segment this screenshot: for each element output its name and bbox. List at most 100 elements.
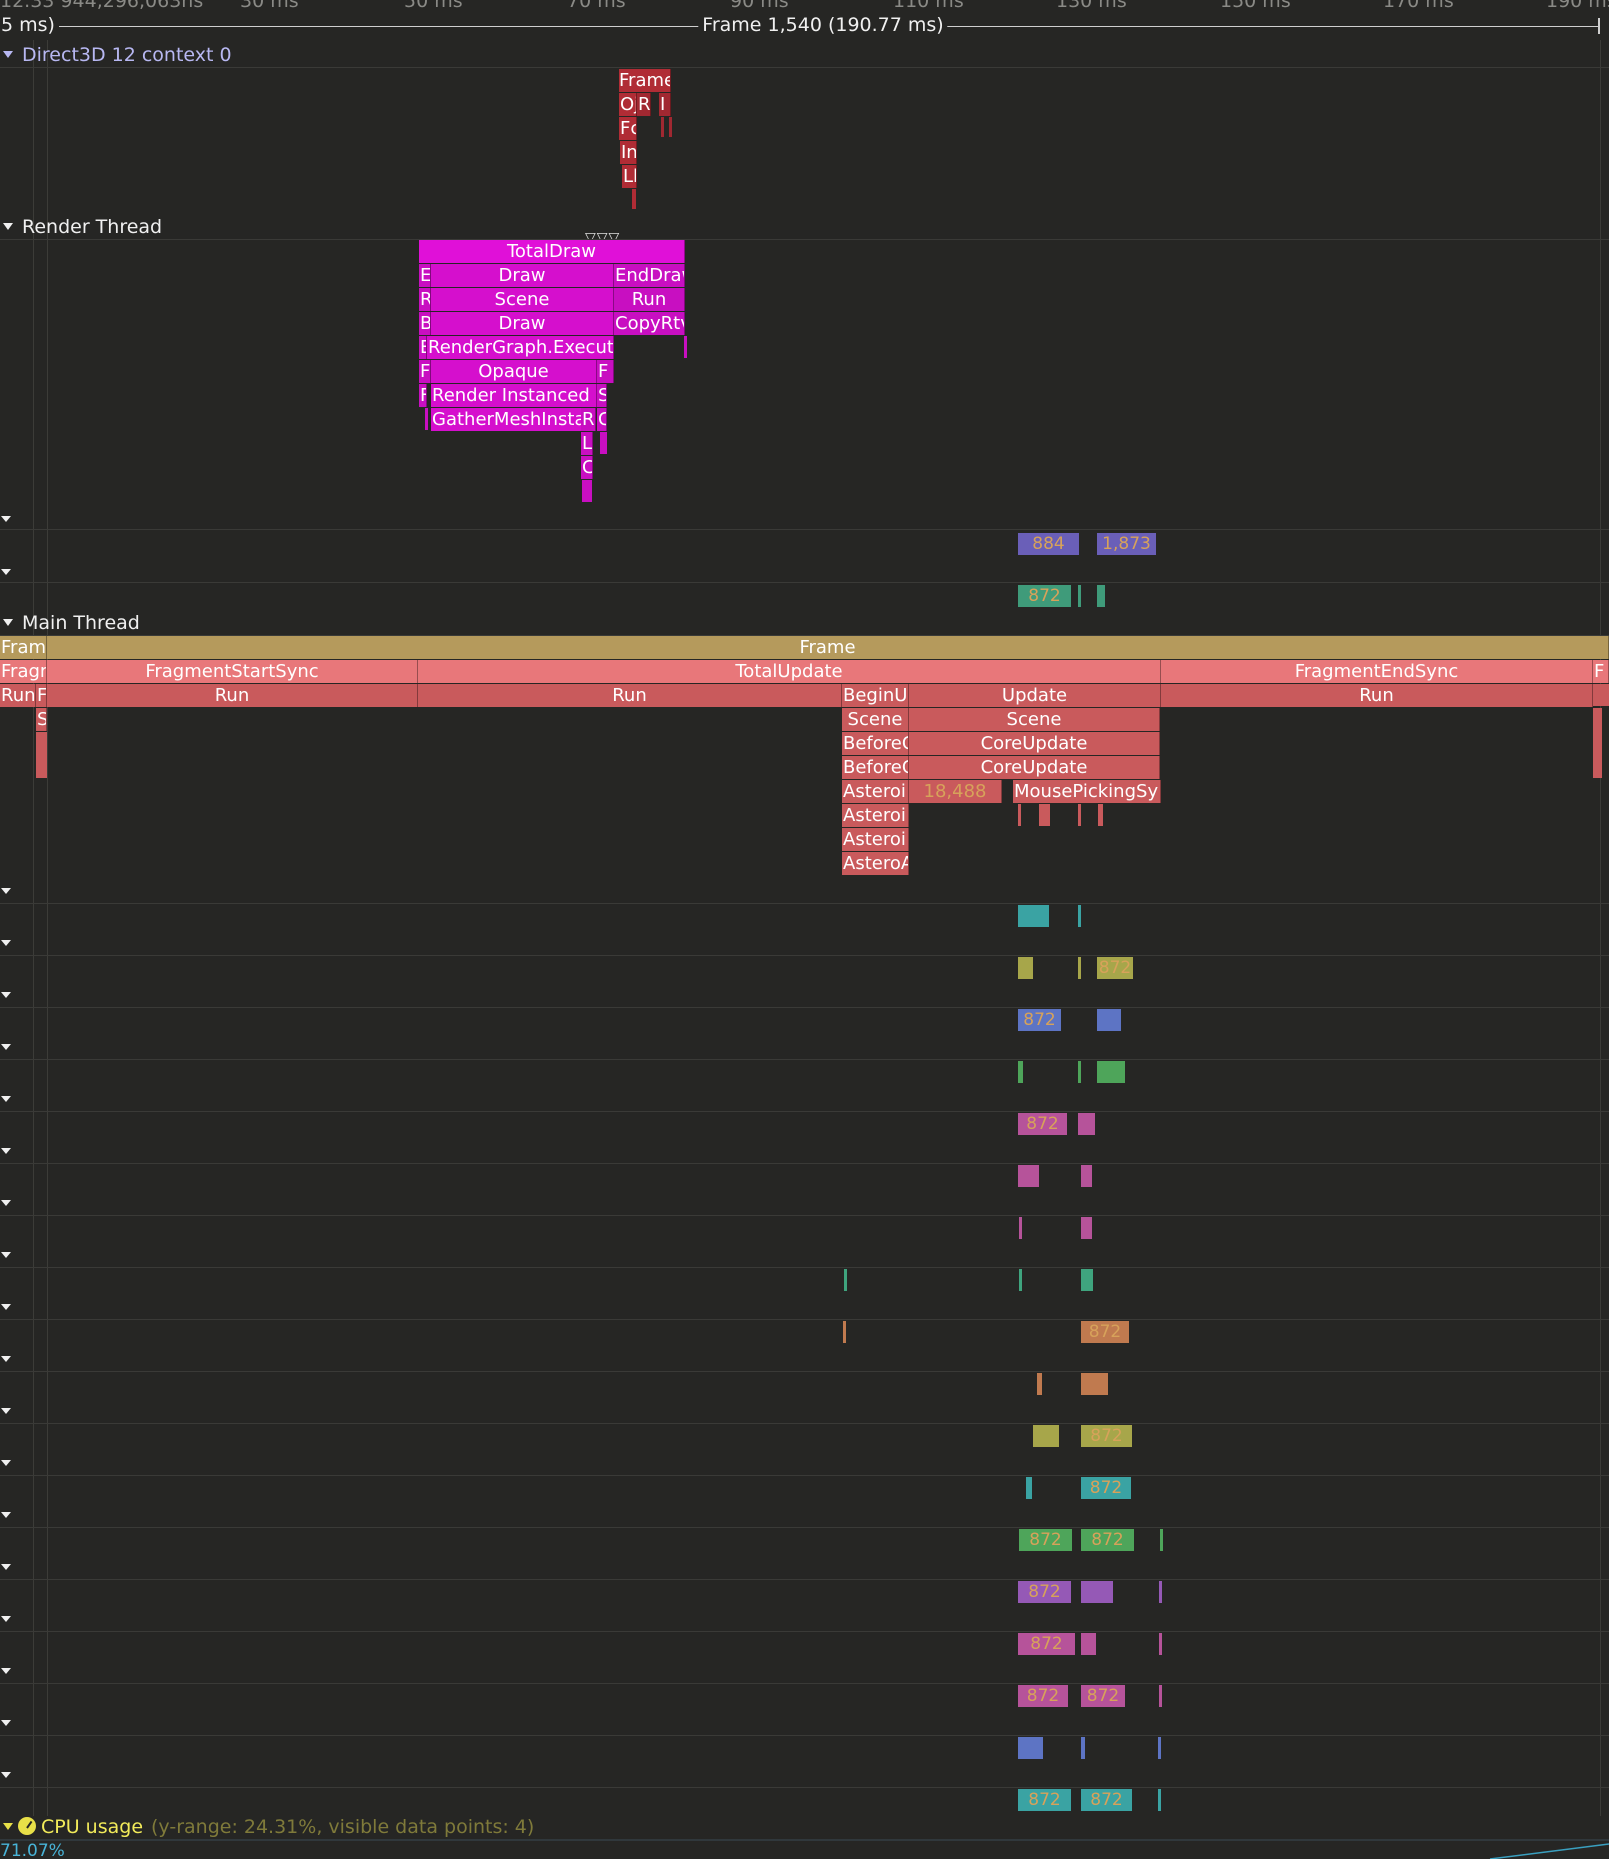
expand-arrow-icon[interactable] xyxy=(1,1044,11,1050)
worker-block[interactable] xyxy=(1081,1373,1108,1395)
main-zone-mousepicking[interactable]: MousePickingSy xyxy=(1013,780,1161,803)
main-zone-update[interactable]: Update xyxy=(909,684,1161,707)
render-zone-small[interactable] xyxy=(425,408,428,430)
main-zone-small[interactable] xyxy=(1098,804,1103,826)
gpu-zone-small[interactable] xyxy=(632,189,636,209)
main-zone[interactable]: F xyxy=(1593,660,1609,683)
worker-counter-block[interactable]: 872 xyxy=(1081,1425,1132,1447)
worker-block[interactable] xyxy=(1026,1477,1032,1499)
render-zone[interactable]: B xyxy=(419,312,431,335)
expand-arrow-icon[interactable] xyxy=(1,1356,11,1362)
worker-counter-block[interactable]: 872 xyxy=(1018,1009,1061,1031)
worker-block[interactable] xyxy=(1081,1633,1096,1655)
worker-block[interactable] xyxy=(1097,1009,1121,1031)
render-zone[interactable]: C xyxy=(597,408,607,431)
thread-header-d3d12[interactable]: Direct3D 12 context 0 xyxy=(0,44,232,68)
expand-arrow-icon[interactable] xyxy=(1,1772,11,1778)
main-zone-beginupdate[interactable]: BeginUp xyxy=(842,684,909,707)
render-zone-rendergraph-execute[interactable]: RenderGraph.Execute xyxy=(427,336,614,359)
gpu-zone[interactable]: R xyxy=(637,93,651,116)
main-zone-fragmentstartsync[interactable]: FragmentStartSync xyxy=(47,660,418,683)
expand-arrow-icon[interactable] xyxy=(1,1564,11,1570)
main-zone-totalupdate[interactable]: TotalUpdate xyxy=(418,660,1161,683)
worker-block[interactable] xyxy=(1081,1581,1113,1603)
main-zone-coreupdate[interactable]: CoreUpdate xyxy=(909,756,1160,779)
main-zone-beforecoreupdate[interactable]: BeforeC xyxy=(842,756,909,779)
render-zone[interactable]: F xyxy=(419,360,431,383)
expand-arrow-icon[interactable] xyxy=(1,569,11,575)
worker-counter-block[interactable]: 872 xyxy=(1081,1477,1131,1499)
gpu-zone[interactable]: Ll xyxy=(622,165,637,188)
render-zone[interactable]: E xyxy=(419,336,427,359)
render-zone[interactable]: F xyxy=(597,360,614,383)
gpu-zone[interactable]: I xyxy=(659,93,671,116)
worker-block[interactable] xyxy=(1018,1165,1039,1187)
worker-block[interactable] xyxy=(1081,1217,1092,1239)
worker-block[interactable] xyxy=(843,1321,846,1343)
main-zone-small[interactable] xyxy=(1018,804,1021,826)
thread-header-main[interactable]: Main Thread xyxy=(0,612,140,636)
expand-arrow-icon[interactable] xyxy=(1,992,11,998)
expand-arrow-icon[interactable] xyxy=(1,1460,11,1466)
main-zone-frame[interactable]: Frame xyxy=(0,636,47,659)
counter-tick[interactable] xyxy=(1097,585,1105,607)
render-zone-totaldraw[interactable]: TotalDraw xyxy=(419,240,685,263)
worker-block[interactable] xyxy=(1018,957,1033,979)
main-zone[interactable]: Fragm xyxy=(0,660,47,683)
collapse-arrow-icon[interactable] xyxy=(3,619,13,626)
expand-arrow-icon[interactable] xyxy=(1,888,11,894)
worker-block[interactable] xyxy=(1078,1113,1095,1135)
main-zone-asteroid[interactable]: Asteroi xyxy=(842,780,909,803)
main-zone-run[interactable]: Run xyxy=(1161,684,1593,707)
worker-block[interactable] xyxy=(1159,1685,1162,1707)
cpu-usage-header[interactable]: CPU usage (y-range: 24.31%, visible data … xyxy=(0,1816,534,1840)
render-zone-draw[interactable]: Draw xyxy=(431,264,614,287)
worker-counter-block[interactable]: 872 xyxy=(1018,1113,1067,1135)
worker-block[interactable] xyxy=(1081,1737,1085,1759)
expand-arrow-icon[interactable] xyxy=(1,516,11,522)
expand-arrow-icon[interactable] xyxy=(1,1252,11,1258)
worker-block[interactable] xyxy=(1158,1789,1161,1811)
worker-block[interactable] xyxy=(1019,1217,1022,1239)
worker-block[interactable] xyxy=(1078,905,1081,927)
expand-arrow-icon[interactable] xyxy=(1,1200,11,1206)
expand-arrow-icon[interactable] xyxy=(1,1512,11,1518)
collapse-arrow-icon[interactable] xyxy=(3,51,13,58)
worker-block[interactable] xyxy=(1081,1269,1093,1291)
gpu-zone[interactable]: In xyxy=(620,141,637,164)
worker-block[interactable] xyxy=(1033,1425,1059,1447)
worker-block[interactable] xyxy=(1160,1529,1163,1551)
main-zone[interactable]: S xyxy=(36,708,47,731)
render-zone[interactable]: R xyxy=(581,408,596,431)
worker-block[interactable] xyxy=(844,1269,847,1291)
worker-block[interactable] xyxy=(1159,1633,1162,1655)
worker-counter-block[interactable]: 872 xyxy=(1081,1529,1134,1551)
gpu-zone-frame[interactable]: Frame xyxy=(619,69,671,92)
render-zone-scene[interactable]: Scene xyxy=(431,288,614,311)
gpu-zone[interactable]: Oj xyxy=(619,93,637,116)
worker-counter-block[interactable]: 872 xyxy=(1018,1581,1071,1603)
expand-arrow-icon[interactable] xyxy=(1,1148,11,1154)
main-zone-small[interactable] xyxy=(1593,708,1602,778)
collapse-arrow-icon[interactable] xyxy=(3,223,13,230)
main-zone-counter[interactable]: 18,488 xyxy=(909,780,1002,803)
render-zone-small[interactable] xyxy=(684,336,687,358)
counter-tick[interactable] xyxy=(1078,585,1081,607)
worker-counter-block[interactable]: 872 xyxy=(1081,1321,1129,1343)
expand-arrow-icon[interactable] xyxy=(1,940,11,946)
worker-block[interactable] xyxy=(1078,1061,1081,1083)
main-zone-run[interactable]: Run xyxy=(418,684,842,707)
thread-header-render[interactable]: Render Thread xyxy=(0,216,162,240)
worker-counter-block[interactable]: 872 xyxy=(1081,1685,1125,1707)
render-zone[interactable]: C xyxy=(581,456,593,479)
render-zone-small[interactable] xyxy=(582,480,592,502)
gpu-zone-small[interactable] xyxy=(661,117,664,137)
main-zone-run[interactable]: Run xyxy=(0,684,36,707)
worker-block[interactable] xyxy=(1019,1269,1022,1291)
collapse-arrow-icon[interactable] xyxy=(3,1823,13,1830)
timeline-ruler[interactable]: 12.33 944,296,063ns 30 ms 50 ms 70 ms 90… xyxy=(0,0,1609,52)
worker-counter-block[interactable]: 872 xyxy=(1019,1529,1072,1551)
worker-block[interactable] xyxy=(1158,1737,1161,1759)
main-zone-small[interactable] xyxy=(36,732,47,778)
expand-arrow-icon[interactable] xyxy=(1,1668,11,1674)
